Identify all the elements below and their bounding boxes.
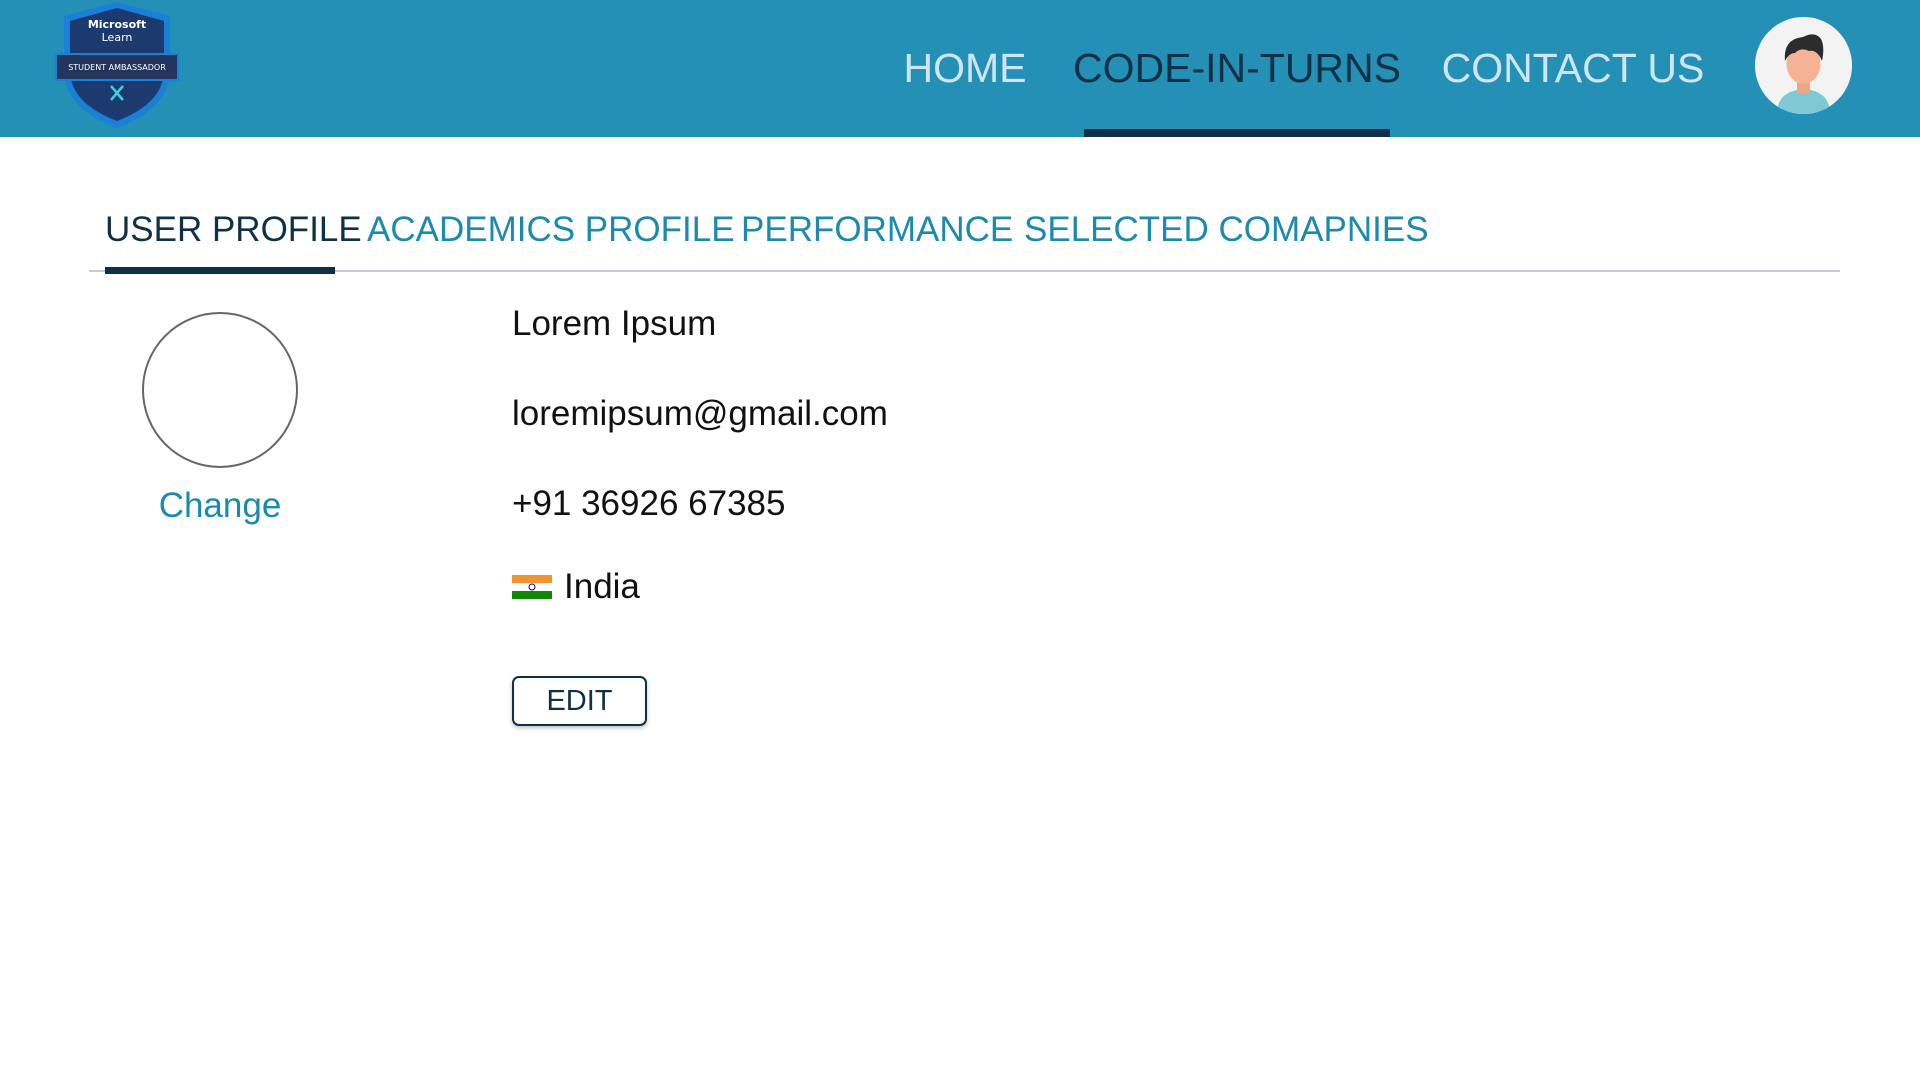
edit-button[interactable]: EDIT (512, 676, 647, 726)
svg-text:Learn: Learn (102, 31, 133, 44)
nav-contact-us[interactable]: CONTACT US (1442, 0, 1705, 137)
profile-country: India (512, 567, 640, 607)
top-nav-bar: Microsoft Learn STUDENT AMBASSADOR HOME … (0, 0, 1920, 137)
india-flag-icon (512, 575, 552, 599)
tab-academics-profile[interactable]: ACADEMICS PROFILE (367, 210, 735, 250)
nav-code-in-turns[interactable]: CODE-IN-TURNS (1073, 0, 1401, 137)
tab-active-indicator (105, 267, 335, 274)
svg-text:STUDENT AMBASSADOR: STUDENT AMBASSADOR (68, 63, 166, 72)
user-avatar-icon (1755, 17, 1852, 114)
tab-performance[interactable]: PERFORMANCE (741, 210, 1013, 250)
ambassador-logo[interactable]: Microsoft Learn STUDENT AMBASSADOR (54, 0, 180, 130)
nav-home[interactable]: HOME (894, 0, 1036, 137)
profile-country-label: India (564, 567, 640, 606)
profile-email: loremipsum@gmail.com (512, 394, 888, 433)
profile-tabs: USER PROFILE ACADEMICS PROFILE PERFORMAN… (89, 190, 1840, 274)
svg-text:Microsoft: Microsoft (88, 18, 146, 31)
shield-badge-icon: Microsoft Learn STUDENT AMBASSADOR (55, 2, 179, 128)
user-avatar-button[interactable] (1755, 17, 1852, 114)
tab-user-profile[interactable]: USER PROFILE (105, 210, 362, 250)
tab-selected-companies[interactable]: SELECTED COMAPNIES (1024, 210, 1429, 250)
profile-phone: +91 36926 67385 (512, 484, 786, 523)
nav-active-indicator (1084, 129, 1390, 137)
profile-photo (142, 312, 298, 468)
profile-name: Lorem Ipsum (512, 304, 717, 343)
change-photo-link[interactable]: Change (142, 486, 298, 526)
